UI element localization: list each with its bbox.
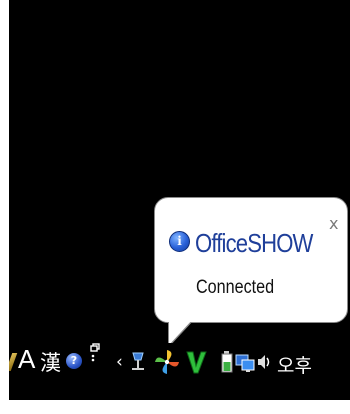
taskbar-notification-area: A 漢 ? ‹ 오후	[9, 343, 350, 386]
battery-icon[interactable]	[220, 351, 234, 373]
ime-hanja-indicator[interactable]: 漢	[40, 347, 61, 377]
network-icon[interactable]	[129, 350, 147, 372]
help-icon[interactable]: ?	[66, 353, 82, 369]
close-button[interactable]: x	[329, 214, 338, 233]
v3-antivirus-icon[interactable]	[185, 349, 207, 375]
clock-text[interactable]: 오후	[277, 351, 312, 378]
show-hidden-icons-chevron-icon[interactable]: ‹	[116, 352, 123, 372]
taskbar-options-icon[interactable]	[89, 343, 103, 366]
balloon-title: OfficeSHOW	[195, 228, 313, 258]
info-icon: i	[169, 231, 190, 252]
desktop-screen: i OfficeSHOW x Connected A 漢 ? ‹ 오후	[9, 0, 350, 414]
bottom-border	[0, 400, 350, 414]
pen-icon[interactable]	[9, 353, 18, 371]
pinwheel-app-icon[interactable]	[152, 348, 182, 376]
balloon-tail	[169, 319, 193, 345]
notification-balloon[interactable]: i OfficeSHOW x Connected	[154, 197, 348, 323]
volume-icon[interactable]	[256, 352, 272, 372]
ime-mode-indicator[interactable]: A	[18, 344, 35, 375]
balloon-message: Connected	[196, 277, 275, 298]
network-monitor-icon[interactable]	[234, 351, 256, 373]
